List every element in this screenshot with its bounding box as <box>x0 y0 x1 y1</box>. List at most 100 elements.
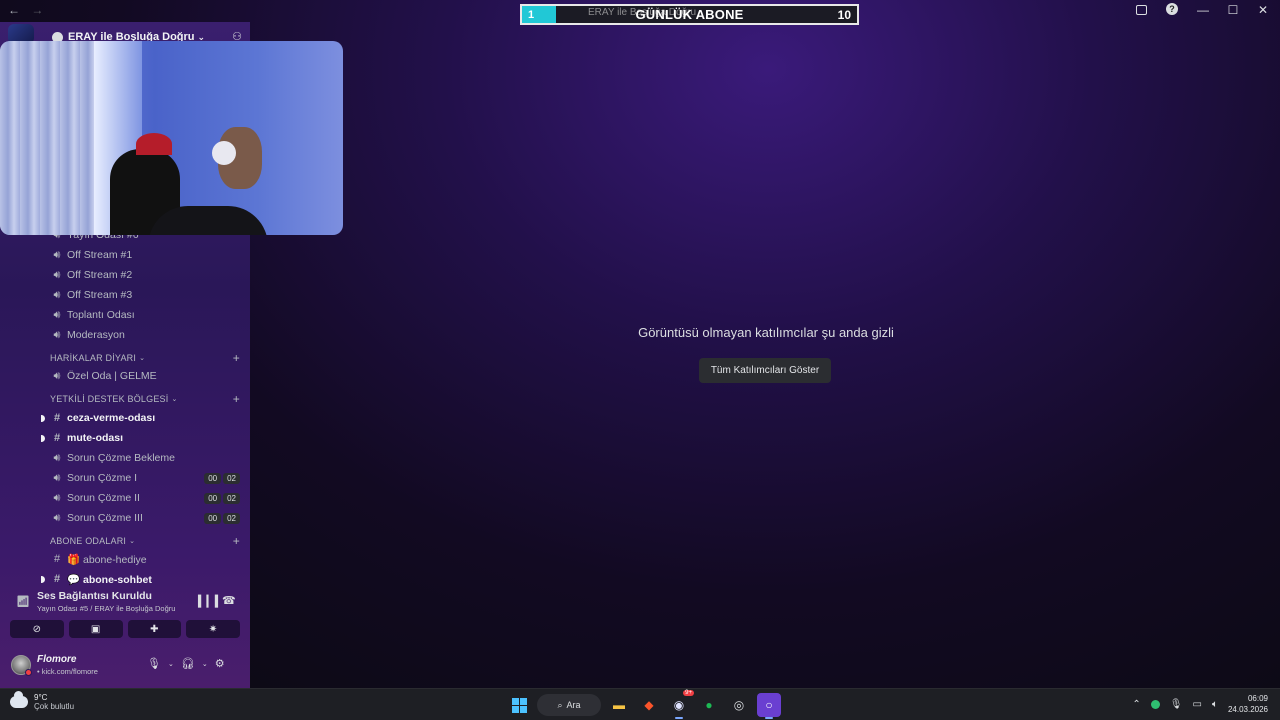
speaker-icon: 🔊︎ <box>53 451 61 464</box>
show-all-participants-button[interactable]: Tüm Katılımcıları Göster <box>699 358 831 383</box>
unread-indicator <box>41 435 45 442</box>
chevron-down-icon: ⌄ <box>139 355 146 362</box>
hidden-participants-message: Görüntüsü olmayan katılımcılar şu anda g… <box>638 325 894 340</box>
voice-location[interactable]: Yayın Odası #5 / ERAY ile Boşluğa Doğru <box>37 604 175 613</box>
chevron-down-icon: ⌄ <box>171 396 178 403</box>
webcam-santa-hat <box>136 133 172 155</box>
search-button[interactable]: ⌕ Ara <box>537 694 601 716</box>
discord-icon[interactable]: ◉ 9+ <box>667 690 694 719</box>
speaker-icon: 🔊︎ <box>53 288 61 301</box>
disconnect-icon[interactable]: ☎︎ <box>222 594 236 607</box>
history-nav: ← → <box>8 3 51 17</box>
add-channel-icon[interactable]: + <box>233 392 240 406</box>
channel-toplanti-odasi[interactable]: 🔊︎ Toplantı Odası <box>44 305 244 325</box>
channel-sorun-cozme-1[interactable]: 🔊︎ Sorun Çözme I 00 02 <box>44 468 244 488</box>
brave-browser-icon[interactable]: ◆ <box>637 693 661 717</box>
chevron-down-icon: ⌄ <box>129 538 136 545</box>
cloud-icon <box>10 691 28 708</box>
add-channel-icon[interactable]: + <box>233 534 240 548</box>
webcam-headphones <box>212 141 236 165</box>
camera-off-button[interactable]: ⊘ <box>10 620 64 638</box>
channel-moderasyon[interactable]: 🔊︎ Moderasyon <box>44 325 244 345</box>
channel-sorun-cozme-bekleme[interactable]: 🔊︎ Sorun Çözme Bekleme <box>44 448 244 468</box>
close-button[interactable]: ✕ <box>1256 3 1270 17</box>
channel-sorun-cozme-3[interactable]: 🔊︎ Sorun Çözme III 00 02 <box>44 508 244 528</box>
channel-off-stream-1[interactable]: 🔊︎ Off Stream #1 <box>44 245 244 265</box>
weather-widget[interactable]: 9°C Çok bulutlu <box>10 691 74 711</box>
file-explorer-icon[interactable]: ▬ <box>607 693 631 717</box>
speaker-icon: 🔊︎ <box>53 471 61 484</box>
speaker-icon: 🔊︎ <box>53 511 61 524</box>
webcam-curtain <box>0 41 94 235</box>
hash-icon: # <box>53 432 61 444</box>
speaker-icon: 🔊︎ <box>53 369 61 382</box>
clock[interactable]: 06:09 24.03.2026 <box>1228 693 1268 715</box>
spotify-icon[interactable]: ● <box>697 693 721 717</box>
category-yetkili-destek[interactable]: YETKİLİ DESTEK BÖLGESİ ⌄ + <box>50 391 242 407</box>
microphone-icon[interactable]: 🎙︎ <box>1170 699 1183 710</box>
help-icon[interactable]: ? <box>1166 3 1180 17</box>
forward-icon[interactable]: → <box>31 3 43 17</box>
user-limit-badge: 00 02 <box>204 492 240 504</box>
maximize-button[interactable]: ☐ <box>1226 3 1240 17</box>
app-purple-icon[interactable]: ○ <box>757 693 781 719</box>
chevron-down-icon[interactable]: ⌄ <box>168 660 174 668</box>
camera-off-icon: ⊘ <box>32 623 42 635</box>
username[interactable]: Flomore <box>37 654 76 665</box>
window-controls: ? — ☐ ✕ <box>1136 3 1270 17</box>
obs-icon[interactable]: ◎ <box>727 693 751 717</box>
channel-off-stream-3[interactable]: 🔊︎ Off Stream #3 <box>44 285 244 305</box>
activities-button[interactable]: ✚ <box>127 620 182 638</box>
user-controls: 🎙︎ ⌄ 🎧︎ ⌄ ⚙ <box>147 657 225 670</box>
goal-target: 10 <box>837 7 851 22</box>
discord-window: ← → ? — ☐ ✕ ERAY ile Boşluğa Doğru 1 GÜN… <box>0 0 1280 688</box>
custom-status: • kick.com/flomore <box>37 667 98 676</box>
speaker-icon: 🔊︎ <box>53 308 61 321</box>
clock-date: 24.03.2026 <box>1227 705 1268 714</box>
user-limit-badge: 00 02 <box>204 472 240 484</box>
search-icon: ⌕ <box>557 699 563 710</box>
inbox-icon[interactable] <box>1136 3 1150 17</box>
daily-sub-goal-overlay: ERAY ile Boşluğa Doğru 1 GÜNLÜK ABONE 10 <box>520 4 859 25</box>
minimize-button[interactable]: — <box>1196 3 1210 17</box>
channel-ozel-oda[interactable]: 🔊︎ Özel Oda | GELME <box>44 366 244 386</box>
channel-ceza-verme-odasi[interactable]: # ceza-verme-odası <box>41 408 244 428</box>
status-dot-icon[interactable] <box>1150 699 1160 709</box>
screen-share-icon: ▣ <box>90 623 101 635</box>
signal-icon[interactable]: 📶︎ <box>16 595 30 608</box>
microphone-icon[interactable]: 🎙︎ <box>147 657 161 670</box>
voice-status[interactable]: Ses Bağlantısı Kuruldu <box>37 590 152 602</box>
start-button[interactable] <box>507 693 531 717</box>
voice-action-buttons: ⊘ ▣ ✚ ✷ <box>10 620 240 638</box>
unread-indicator <box>41 415 45 422</box>
unread-indicator <box>41 576 45 583</box>
discord-badge: 9+ <box>683 690 694 696</box>
channel-off-stream-2[interactable]: 🔊︎ Off Stream #2 <box>44 265 244 285</box>
channel-abone-hediye[interactable]: # 🎁 abone-hediye <box>44 549 244 569</box>
avatar[interactable] <box>11 655 32 676</box>
display-icon[interactable]: ▭ <box>1193 699 1202 710</box>
activities-icon: ✚ <box>150 623 159 635</box>
hash-icon: # <box>53 553 61 565</box>
category-abone-odalari[interactable]: ABONE ODALARI ⌄ + <box>50 533 242 549</box>
category-harikalar-diyari[interactable]: HARİKALAR DİYARI ⌄ + <box>50 350 242 366</box>
hash-icon: # <box>53 412 61 424</box>
soundboard-button[interactable]: ✷ <box>186 620 240 638</box>
channel-mute-odasi[interactable]: # mute-odası <box>41 428 244 448</box>
taskbar: 9°C Çok bulutlu ⌕ Ara ▬ ◆ ◉ 9+ ● ◎ ○ ⌃ 🎙︎ … <box>0 688 1280 720</box>
taskbar-apps: ⌕ Ara ▬ ◆ ◉ 9+ ● ◎ ○ <box>507 690 781 719</box>
screen-share-button[interactable]: ▣ <box>68 620 123 638</box>
chevron-up-icon[interactable]: ⌃ <box>1132 699 1140 710</box>
user-limit-badge: 00 02 <box>204 512 240 524</box>
back-icon[interactable]: ← <box>8 3 20 17</box>
settings-icon[interactable]: ⚙ <box>215 657 225 670</box>
channel-sorun-cozme-2[interactable]: 🔊︎ Sorun Çözme II 00 02 <box>44 488 244 508</box>
volume-icon[interactable]: 🔈︎ <box>1212 699 1218 710</box>
noise-suppression-icon[interactable]: ▍▎▍ <box>198 595 223 608</box>
add-channel-icon[interactable]: + <box>233 351 240 365</box>
chevron-down-icon[interactable]: ⌄ <box>202 660 208 668</box>
system-tray: ⌃ 🎙︎ ▭ 🔈︎ 06:09 24.03.2026 <box>1132 693 1268 715</box>
speaker-icon: 🔊︎ <box>53 268 61 281</box>
headphones-icon[interactable]: 🎧︎ <box>181 657 195 670</box>
user-panel: Flomore • kick.com/flomore 🎙︎ ⌄ 🎧︎ ⌄ ⚙ <box>0 648 250 688</box>
